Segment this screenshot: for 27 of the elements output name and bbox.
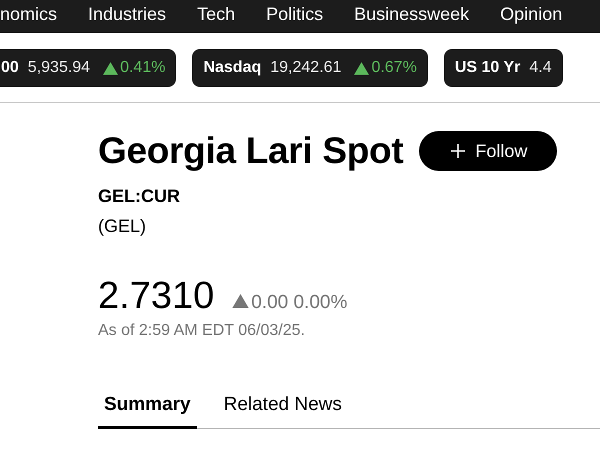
nav-link[interactable]: Politics (266, 4, 324, 24)
nav-link[interactable]: nomics (0, 4, 58, 24)
ticker-value: 5,935.94 (28, 59, 90, 77)
ticker-pill[interactable]: US 10 Yr 4.4 (444, 49, 563, 87)
ticker-name: US 10 Yr (454, 59, 520, 77)
nav-link[interactable]: Businessweek (354, 4, 470, 24)
quote-title: Georgia Lari Spot (98, 130, 404, 172)
ticker-symbol: GEL:CUR (98, 186, 181, 207)
nav-link[interactable]: Opinion (500, 4, 562, 24)
tab[interactable]: Summary (98, 394, 197, 429)
timestamp: As of 2:59 AM EDT 06/03/25. (98, 322, 306, 340)
price: 2.7310 (98, 275, 214, 318)
ticker-change: 0.67% (371, 59, 417, 77)
tab[interactable]: Related News (218, 394, 348, 429)
ticker-value: 19,242.61 (270, 59, 342, 77)
ticker-pill[interactable]: 00 5,935.94 0.41% (0, 49, 176, 87)
ticker-value: 4.4 (529, 59, 552, 77)
ticker-name: Nasdaq (203, 59, 262, 77)
ticker-pill[interactable]: Nasdaq 19,242.61 0.67% (192, 49, 428, 87)
nav-link[interactable]: Tech (197, 4, 236, 24)
follow-button[interactable]: Follow (419, 131, 558, 171)
ticker-change: 0.41% (120, 59, 166, 77)
plus-icon (451, 144, 466, 158)
price-change: 0.00 0.00% (251, 292, 348, 314)
currency-code: (GEL) (98, 216, 148, 237)
ticker-name: 00 (1, 59, 19, 77)
nav-link[interactable]: Industries (88, 4, 166, 24)
